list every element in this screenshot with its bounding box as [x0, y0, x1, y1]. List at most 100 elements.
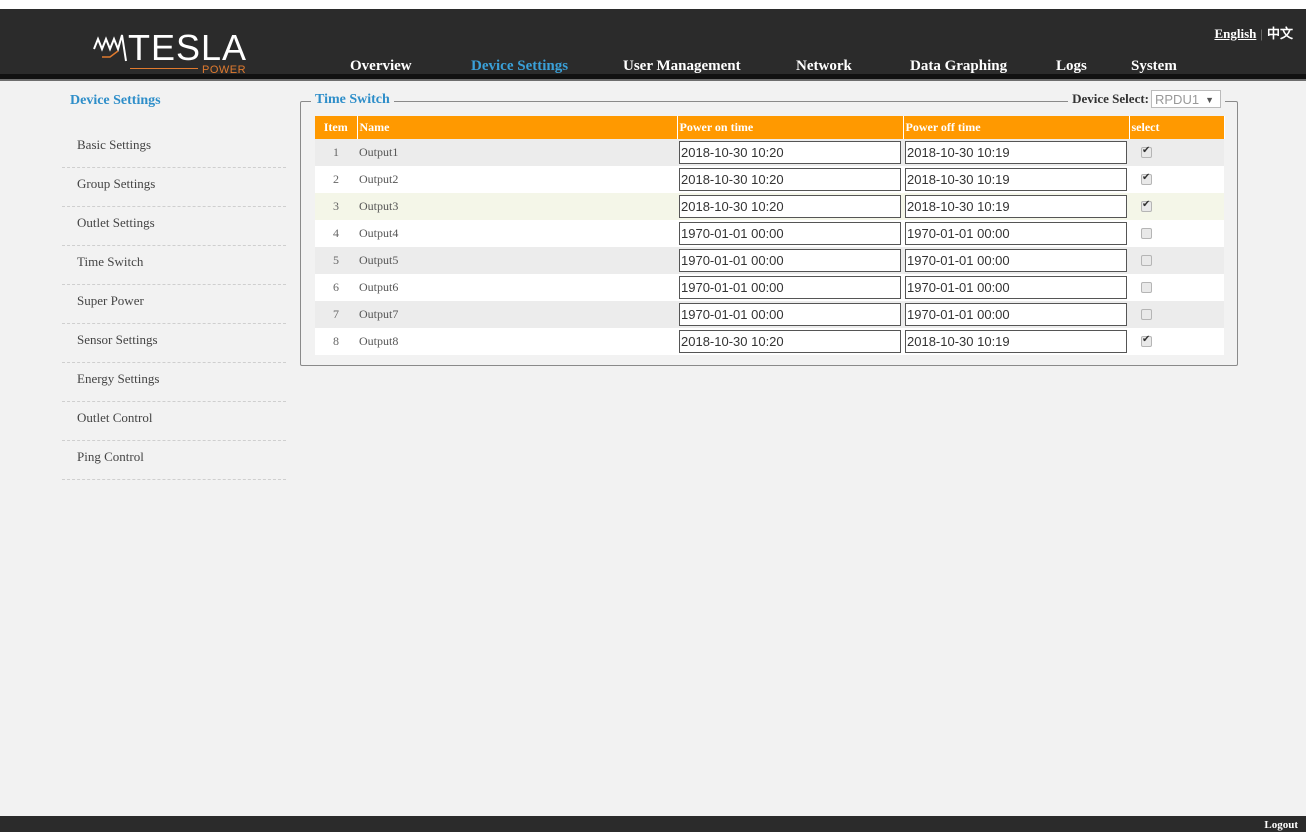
- nav-data-graphing[interactable]: Data Graphing: [910, 58, 1007, 75]
- nav-device-settings[interactable]: Device Settings: [471, 58, 568, 75]
- col-header-power-off: Power off time: [903, 116, 1130, 139]
- sidebar-item-group-settings[interactable]: Group Settings: [62, 169, 286, 207]
- cell-name: Output6: [357, 274, 677, 301]
- cell-name: Output1: [357, 139, 677, 166]
- select-checkbox[interactable]: [1141, 255, 1152, 266]
- power-on-time-input[interactable]: 1970-01-01 00:00: [679, 276, 901, 299]
- table-header-row: Item Name Power on time Power off time s…: [315, 116, 1225, 139]
- sidebar: Device Settings Basic Settings Group Set…: [62, 93, 286, 481]
- col-header-select: select: [1129, 116, 1225, 139]
- cell-name: Output4: [357, 220, 677, 247]
- cell-select: [1129, 166, 1224, 193]
- logout-link[interactable]: Logout: [1264, 819, 1298, 831]
- sidebar-item-outlet-settings[interactable]: Outlet Settings: [62, 208, 286, 246]
- select-checkbox[interactable]: [1141, 282, 1152, 293]
- tesla-power-logo: TESLA POWER: [92, 23, 262, 76]
- nav-network[interactable]: Network: [796, 58, 852, 75]
- cell-power-on: 2018-10-30 10:20: [677, 328, 903, 355]
- lang-english-link[interactable]: English: [1214, 26, 1256, 41]
- cell-select: [1129, 193, 1224, 220]
- col-header-name: Name: [357, 116, 678, 139]
- cell-select: [1129, 328, 1224, 355]
- power-on-time-input[interactable]: 2018-10-30 10:20: [679, 168, 901, 191]
- cell-item: 5: [315, 247, 357, 274]
- cell-power-on: 1970-01-01 00:00: [677, 274, 903, 301]
- cell-power-off: 1970-01-01 00:00: [903, 301, 1129, 328]
- cell-select: [1129, 274, 1224, 301]
- device-select-value: RPDU1: [1155, 92, 1200, 107]
- power-off-time-input[interactable]: 1970-01-01 00:00: [905, 222, 1127, 245]
- sidebar-item-sensor-settings[interactable]: Sensor Settings: [62, 325, 286, 363]
- logo-wave-icon: [93, 34, 127, 62]
- language-switch: English | 中文: [1214, 23, 1293, 42]
- app-header: TESLA POWER English | 中文 Overview Device S…: [0, 9, 1306, 76]
- table-row: 7 Output7 1970-01-01 00:00 1970-01-01 00:00: [315, 301, 1224, 328]
- cell-name: Output7: [357, 301, 677, 328]
- cell-item: 3: [315, 193, 357, 220]
- cell-select: [1129, 247, 1224, 274]
- panel-title: Time Switch: [311, 92, 394, 108]
- select-checkbox[interactable]: [1141, 199, 1152, 212]
- select-checkbox[interactable]: [1141, 334, 1152, 347]
- cell-item: 1: [315, 139, 357, 166]
- cell-power-on: 2018-10-30 10:20: [677, 166, 903, 193]
- device-select: Device Select: RPDU1 ▼: [1068, 90, 1225, 108]
- power-on-time-input[interactable]: 2018-10-30 10:20: [679, 330, 901, 353]
- nav-system[interactable]: System: [1131, 58, 1177, 75]
- power-off-time-input[interactable]: 1970-01-01 00:00: [905, 303, 1127, 326]
- cell-name: Output3: [357, 193, 677, 220]
- sidebar-item-ping-control[interactable]: Ping Control: [62, 442, 286, 480]
- cell-item: 6: [315, 274, 357, 301]
- nav-user-management[interactable]: User Management: [623, 58, 741, 75]
- select-checkbox[interactable]: [1141, 228, 1152, 239]
- sidebar-item-super-power[interactable]: Super Power: [62, 286, 286, 324]
- cell-power-on: 1970-01-01 00:00: [677, 220, 903, 247]
- logo-underline: [130, 68, 198, 69]
- power-on-time-input[interactable]: 1970-01-01 00:00: [679, 249, 901, 272]
- cell-power-on: 1970-01-01 00:00: [677, 301, 903, 328]
- power-on-time-input[interactable]: 1970-01-01 00:00: [679, 222, 901, 245]
- sidebar-item-outlet-control[interactable]: Outlet Control: [62, 403, 286, 441]
- power-on-time-input[interactable]: 2018-10-30 10:20: [679, 141, 901, 164]
- sidebar-item-energy-settings[interactable]: Energy Settings: [62, 364, 286, 402]
- cell-power-on: 2018-10-30 10:20: [677, 193, 903, 220]
- power-on-time-input[interactable]: 1970-01-01 00:00: [679, 303, 901, 326]
- top-strip: [0, 0, 1306, 9]
- power-off-time-input[interactable]: 2018-10-30 10:19: [905, 195, 1127, 218]
- select-checkbox[interactable]: [1141, 309, 1152, 320]
- cell-item: 4: [315, 220, 357, 247]
- cell-power-off: 2018-10-30 10:19: [903, 139, 1129, 166]
- device-select-dropdown[interactable]: RPDU1 ▼: [1151, 90, 1221, 108]
- sidebar-item-basic-settings[interactable]: Basic Settings: [62, 130, 286, 168]
- cell-power-off: 2018-10-30 10:19: [903, 328, 1129, 355]
- power-off-time-input[interactable]: 1970-01-01 00:00: [905, 276, 1127, 299]
- cell-item: 2: [315, 166, 357, 193]
- power-on-time-input[interactable]: 2018-10-30 10:20: [679, 195, 901, 218]
- table-row: 6 Output6 1970-01-01 00:00 1970-01-01 00:00: [315, 274, 1224, 301]
- power-off-time-input[interactable]: 2018-10-30 10:19: [905, 168, 1127, 191]
- nav-logs[interactable]: Logs: [1056, 58, 1087, 75]
- table-body: 1 Output1 2018-10-30 10:20 2018-10-30 10:19…: [315, 139, 1224, 355]
- time-switch-panel: Time Switch Device Select: RPDU1 ▼ Item …: [300, 90, 1238, 366]
- lang-chinese-link[interactable]: 中文: [1267, 26, 1293, 41]
- cell-select: [1129, 220, 1224, 247]
- table-row: 3 Output3 2018-10-30 10:20 2018-10-30 10:19: [315, 193, 1224, 220]
- table-row: 1 Output1 2018-10-30 10:20 2018-10-30 10:19: [315, 139, 1224, 166]
- cell-name: Output8: [357, 328, 677, 355]
- select-checkbox[interactable]: [1141, 145, 1152, 158]
- table-row: 2 Output2 2018-10-30 10:20 2018-10-30 10:19: [315, 166, 1224, 193]
- sidebar-item-time-switch[interactable]: Time Switch: [62, 247, 286, 285]
- col-header-item: Item: [315, 116, 358, 139]
- select-checkbox[interactable]: [1141, 172, 1152, 185]
- table-row: 8 Output8 2018-10-30 10:20 2018-10-30 10:19: [315, 328, 1224, 355]
- cell-item: 7: [315, 301, 357, 328]
- power-off-time-input[interactable]: 1970-01-01 00:00: [905, 249, 1127, 272]
- power-off-time-input[interactable]: 2018-10-30 10:19: [905, 330, 1127, 353]
- app-footer: Logout: [0, 816, 1306, 832]
- table-row: 4 Output4 1970-01-01 00:00 1970-01-01 00:00: [315, 220, 1224, 247]
- table-row: 5 Output5 1970-01-01 00:00 1970-01-01 00:00: [315, 247, 1224, 274]
- cell-select: [1129, 139, 1224, 166]
- nav-overview[interactable]: Overview: [350, 58, 412, 75]
- power-off-time-input[interactable]: 2018-10-30 10:19: [905, 141, 1127, 164]
- sidebar-title: Device Settings: [70, 93, 161, 108]
